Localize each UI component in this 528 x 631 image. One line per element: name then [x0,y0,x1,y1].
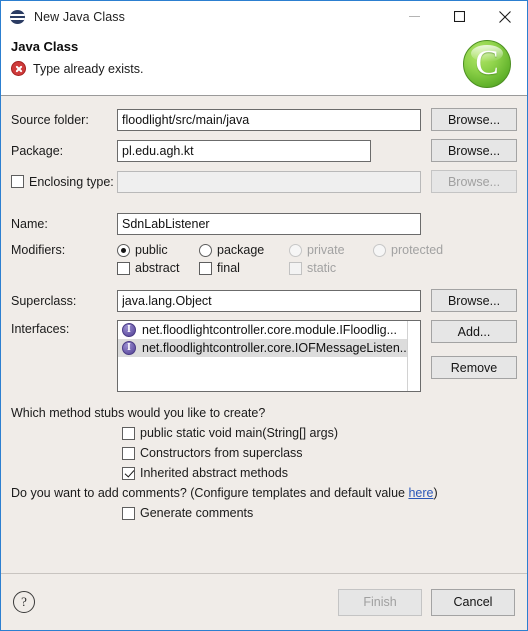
error-icon [11,61,26,76]
window-controls [392,1,527,32]
title-bar-left: New Java Class [1,9,125,25]
new-class-c-icon: C [463,40,511,88]
dialog-footer: ? Finish Cancel [1,573,527,630]
configure-templates-link[interactable]: here [408,486,433,500]
modifier-final-label: final [217,261,240,275]
modifiers-flags-row: abstract final static [11,261,517,275]
name-input[interactable] [117,213,421,235]
package-row: Package: Browse... [11,139,517,162]
comments-question-prefix: Do you want to add comments? (Configure … [11,486,409,500]
modifier-package[interactable]: package [199,243,289,257]
modifier-package-label: package [217,243,265,257]
source-folder-input[interactable] [117,108,421,131]
list-item-label: net.floodlightcontroller.core.module.IFl… [142,323,398,337]
interfaces-buttons: Add... Remove [431,320,517,392]
interfaces-list[interactable]: I net.floodlightcontroller.core.module.I… [117,320,421,392]
enclosing-type-row: Enclosing type: Browse... [11,170,517,193]
modifier-abstract-label: abstract [135,261,180,275]
list-item-label: net.floodlightcontroller.core.IOFMessage… [142,341,411,355]
modifier-static: static [289,261,336,275]
eclipse-sphere-icon [10,9,26,25]
wizard-body: Source folder: Browse... Package: Browse… [1,96,527,573]
package-input[interactable] [117,139,371,162]
c-glyph: C [475,43,499,82]
name-row: Name: [11,213,517,235]
list-item[interactable]: I net.floodlightcontroller.core.module.I… [118,321,420,339]
modifier-public[interactable]: public [117,243,199,257]
interface-icon: I [122,323,136,337]
enclosing-type-checkbox[interactable] [11,175,24,188]
title-bar: New Java Class [1,1,527,32]
superclass-row: Superclass: Browse... [11,289,517,312]
superclass-label: Superclass: [11,293,77,308]
stub-constructors-checkbox[interactable] [122,446,135,460]
stub-main-method-checkbox[interactable] [122,426,135,440]
comments-question: Do you want to add comments? (Configure … [11,486,517,500]
maximize-icon[interactable] [437,1,482,32]
superclass-browse-button[interactable]: Browse... [431,289,517,312]
minimize-icon[interactable] [392,1,437,32]
enclosing-type-browse-button: Browse... [431,170,517,193]
modifiers-label: Modifiers: [11,243,66,257]
comments-question-suffix: ) [433,486,438,500]
modifier-private-radio [289,243,302,257]
superclass-input[interactable] [117,289,421,312]
name-label: Name: [11,217,48,231]
generate-comments-checkbox[interactable] [122,506,135,520]
stub-main-method[interactable]: public static void main(String[] args) [11,426,517,440]
interface-icon: I [122,341,136,355]
modifier-private-label: private [307,243,345,257]
modifier-protected-label: protected [391,243,444,257]
stub-inherited-abstract[interactable]: Inherited abstract methods [11,466,517,480]
generate-comments-option[interactable]: Generate comments [11,506,517,520]
window-title: New Java Class [34,9,126,24]
stub-constructors[interactable]: Constructors from superclass [11,446,517,460]
enclosing-type-input [117,170,421,193]
modifier-final[interactable]: final [199,261,289,275]
modifier-public-label: public [135,243,168,257]
remove-interface-button[interactable]: Remove [431,356,517,379]
wizard-banner: C [447,36,517,94]
footer-buttons: Finish Cancel [338,588,515,616]
cancel-button[interactable]: Cancel [431,588,515,616]
stub-main-method-label: public static void main(String[] args) [140,426,338,440]
modifier-abstract-checkbox[interactable] [117,261,130,275]
source-folder-label: Source folder: [11,112,89,127]
modifier-protected: protected [373,243,443,257]
method-stubs-question: Which method stubs would you like to cre… [11,406,266,420]
modifier-public-radio[interactable] [117,243,130,257]
modifier-final-checkbox[interactable] [199,261,212,275]
generate-comments-label: Generate comments [140,506,254,520]
stub-inherited-abstract-checkbox[interactable] [122,466,135,480]
stub-inherited-abstract-label: Inherited abstract methods [140,466,288,480]
help-icon[interactable]: ? [13,591,35,613]
modifier-abstract[interactable]: abstract [117,261,199,275]
source-folder-browse-button[interactable]: Browse... [431,108,517,131]
new-java-class-dialog: New Java Class Java Class Type already e… [0,0,528,631]
wizard-header: Java Class Type already exists. C [1,32,527,96]
modifier-private: private [289,243,373,257]
enclosing-type-label: Enclosing type: [29,174,114,189]
modifier-package-radio[interactable] [199,243,212,257]
interfaces-scrollbar[interactable] [407,321,420,391]
finish-button: Finish [338,588,422,616]
interfaces-label: Interfaces: [11,322,70,336]
modifier-static-label: static [307,261,337,275]
package-browse-button[interactable]: Browse... [431,139,517,162]
package-label: Package: [11,143,64,158]
add-interface-button[interactable]: Add... [431,320,517,343]
modifiers-access-row: Modifiers: public package private protec… [11,243,517,257]
stub-constructors-label: Constructors from superclass [140,446,303,460]
status-message-text: Type already exists. [33,61,144,76]
interfaces-row: Interfaces: I net.floodlightcontroller.c… [11,320,517,392]
close-icon[interactable] [482,1,527,32]
modifier-protected-radio [373,243,386,257]
list-item[interactable]: I net.floodlightcontroller.core.IOFMessa… [118,339,420,357]
modifier-static-checkbox [289,261,302,275]
enclosing-type-label-group[interactable]: Enclosing type: [11,175,117,189]
source-folder-row: Source folder: Browse... [11,108,517,131]
